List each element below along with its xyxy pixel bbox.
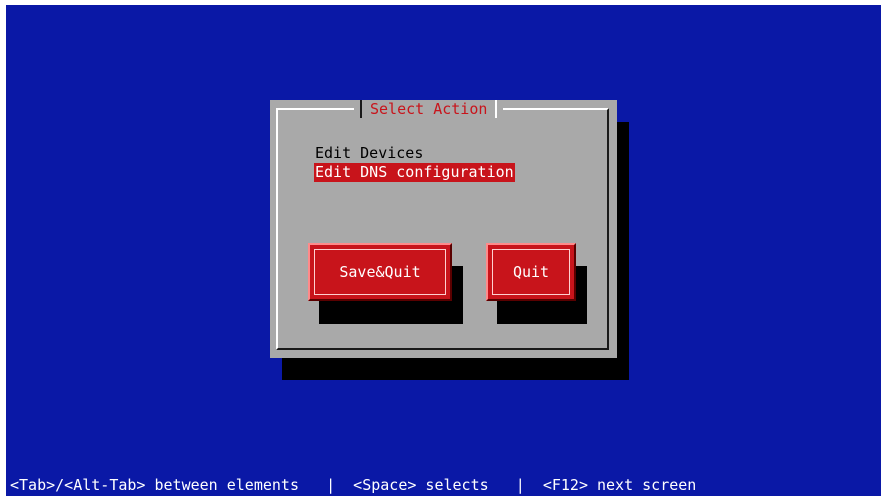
select-action-dialog: Select Action Edit Devices Edit DNS conf… <box>270 100 617 358</box>
quit-button-label: Quit <box>492 249 570 295</box>
action-list[interactable]: Edit Devices Edit DNS configuration <box>314 144 515 182</box>
help-status-bar: <Tab>/<Alt-Tab> between elements | <Spac… <box>10 476 697 494</box>
dialog-title-bar: Select Action <box>354 100 504 118</box>
dialog-title: Select Action <box>370 100 488 118</box>
save-quit-button-label: Save&Quit <box>314 249 446 295</box>
list-item-edit-dns-configuration[interactable]: Edit DNS configuration <box>314 163 515 182</box>
terminal-screen: Select Action Edit Devices Edit DNS conf… <box>6 5 881 496</box>
title-right-border <box>495 100 498 118</box>
quit-button[interactable]: Quit <box>486 243 576 301</box>
save-quit-button[interactable]: Save&Quit <box>308 243 452 301</box>
list-item-edit-devices[interactable]: Edit Devices <box>314 144 515 163</box>
